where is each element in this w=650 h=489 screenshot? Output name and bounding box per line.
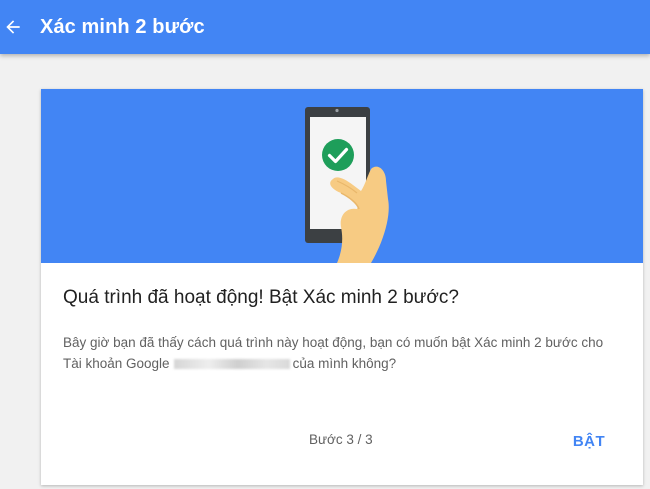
card-description: Bây giờ bạn đã thấy cách quá trình này h… [63,332,623,374]
enable-button[interactable]: BẬT [549,424,629,458]
card-title: Quá trình đã hoạt động! Bật Xác minh 2 b… [63,287,459,308]
check-circle-icon [322,139,354,171]
confirmation-card: Quá trình đã hoạt động! Bật Xác minh 2 b… [41,89,643,485]
redacted-email [173,359,290,370]
page-title: Xác minh 2 bước [40,15,205,38]
hero-illustration [41,89,643,263]
app-bar: Xác minh 2 bước [0,0,650,54]
back-button[interactable] [0,14,26,40]
arrow-back-icon [6,20,20,34]
step-indicator: Bước 3 / 3 [309,432,373,447]
illustration [305,107,389,263]
description-text-end: của mình không? [292,356,397,371]
